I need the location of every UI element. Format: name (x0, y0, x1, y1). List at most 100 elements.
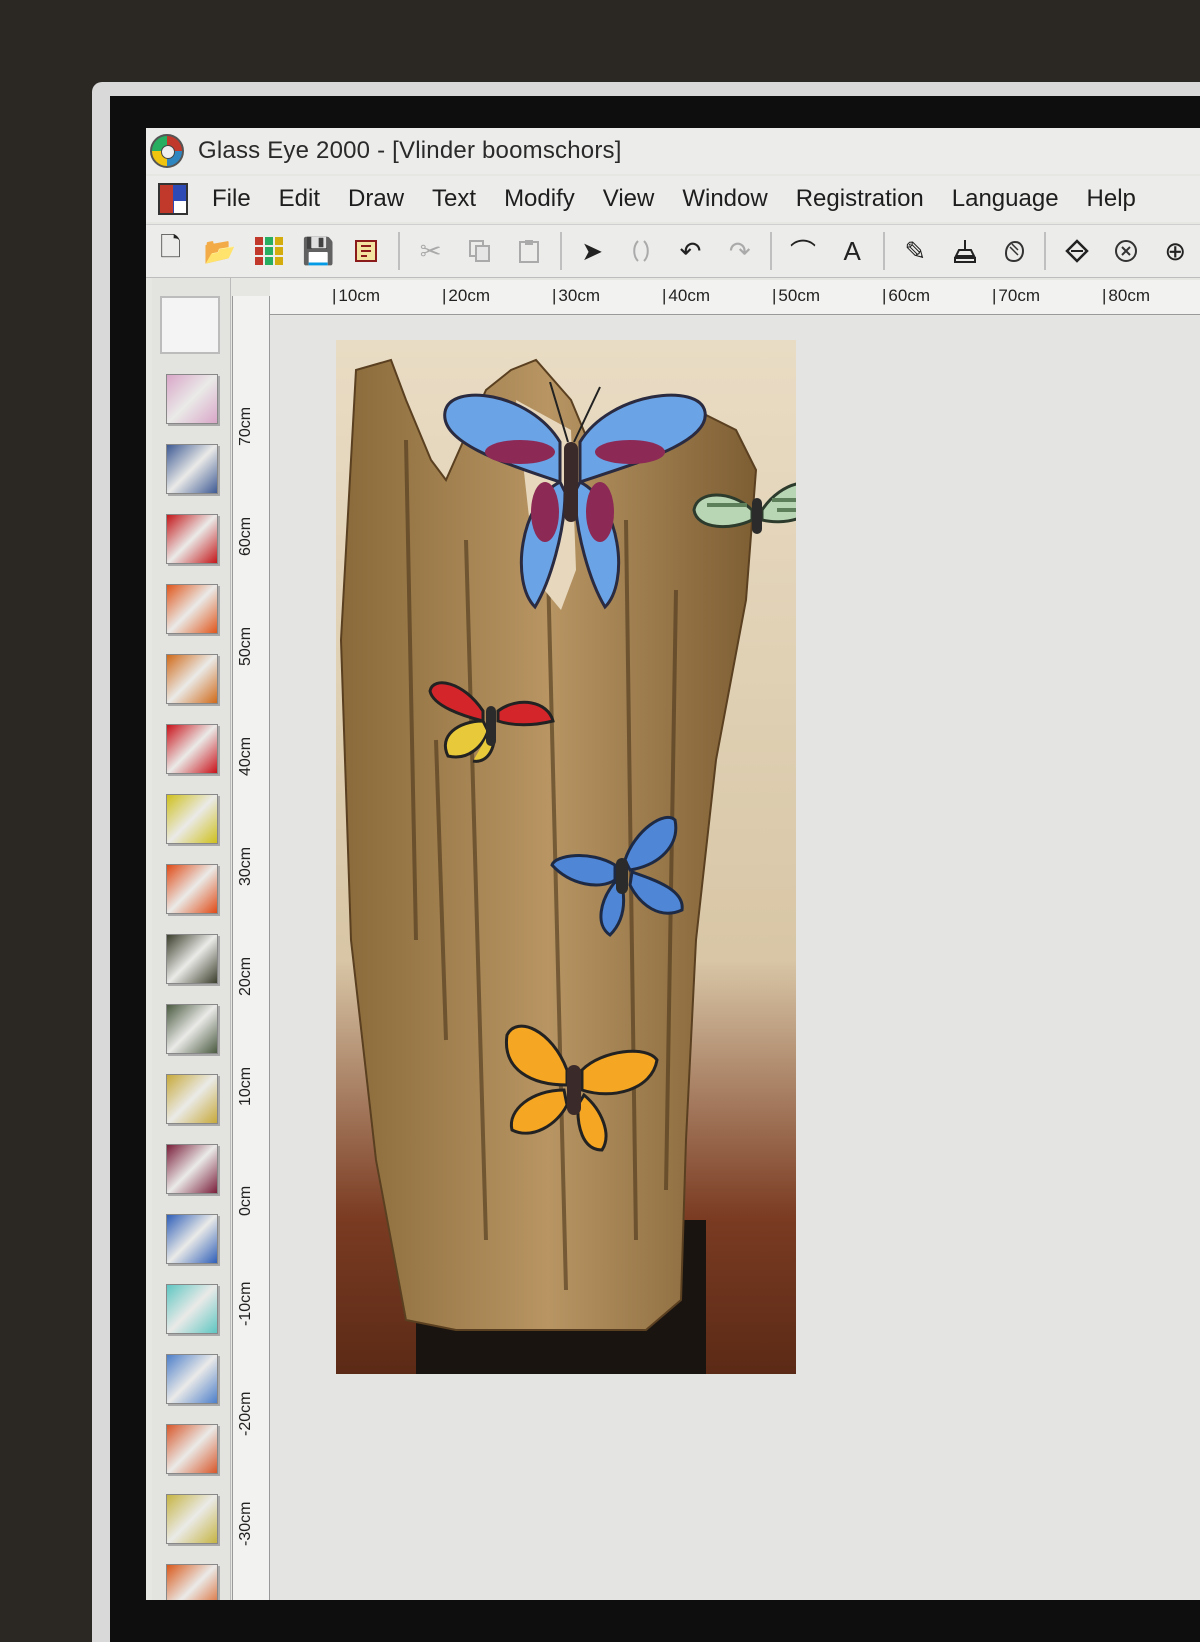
vruler-tick: -20cm (237, 1391, 254, 1436)
book-icon (355, 240, 378, 262)
glass-grid-button[interactable] (247, 229, 290, 273)
toolbar-separator (398, 232, 400, 270)
cut-icon[interactable]: ✂ (409, 229, 452, 273)
paste-icon[interactable] (507, 229, 550, 273)
copy-pages-icon (468, 240, 490, 262)
glass-color-palette (152, 278, 231, 1600)
menu-bar: File Edit Draw Text Modify View Window R… (146, 176, 1200, 222)
background-photo (336, 340, 796, 1374)
glass-swatch-15[interactable] (166, 1354, 218, 1404)
hruler-tick: 40cm (662, 286, 710, 306)
hruler-tick: 80cm (1102, 286, 1150, 306)
glass-swatch-6[interactable] (166, 724, 218, 774)
glass-swatch-8[interactable] (166, 864, 218, 914)
glass-swatch-1[interactable] (166, 374, 218, 424)
glass-eye-app-icon[interactable] (150, 134, 184, 168)
toolbar-separator (882, 232, 885, 270)
glass-swatch-16[interactable] (166, 1424, 218, 1474)
glass-swatch-14[interactable] (166, 1284, 218, 1334)
drawing-canvas[interactable] (270, 316, 1200, 1600)
glass-swatch-7[interactable] (166, 794, 218, 844)
save-icon[interactable]: 💾 (297, 229, 340, 273)
hruler-tick: 50cm (772, 286, 820, 306)
color-grid-icon (255, 237, 283, 265)
glass-swatch-3[interactable] (166, 514, 218, 564)
select-arrow-icon[interactable]: ➤ (571, 229, 614, 273)
undo-icon[interactable]: ↶ (669, 229, 712, 273)
vruler-tick: 40cm (237, 736, 254, 776)
menu-draw[interactable]: Draw (334, 185, 418, 213)
target-icon (1115, 240, 1138, 262)
glass-swatch-17[interactable] (166, 1494, 218, 1544)
empty-glass-swatch[interactable] (160, 296, 220, 354)
document-icon[interactable] (158, 183, 188, 215)
hand-tool-icon[interactable] (992, 229, 1035, 273)
glass-swatch-5[interactable] (166, 654, 218, 704)
vruler-tick: 20cm (237, 956, 254, 996)
glass-swatch-18[interactable] (166, 1564, 218, 1600)
vertical-ruler: 70cm 60cm 50cm 40cm 30cm 20cm 10cm 0cm -… (232, 296, 270, 1600)
toolbar-separator (1044, 232, 1047, 270)
clipboard-icon (518, 240, 539, 263)
glass-swatch-10[interactable] (166, 1004, 218, 1054)
vruler-tick: 10cm (237, 1066, 254, 1106)
menu-file[interactable]: File (198, 185, 265, 213)
hruler-tick: 20cm (442, 286, 490, 306)
crosshair-icon[interactable]: ⊕ (1154, 229, 1197, 273)
stamp-icon (953, 240, 976, 263)
glass-swatch-11[interactable] (166, 1074, 218, 1124)
new-file-icon[interactable]: 🗋 (149, 229, 192, 273)
bracket-icon (633, 240, 650, 262)
toolbar: 🗋 📂 💾 ✂ ➤ ↶ ↷ ⌒ A ✎ ⊕ (146, 224, 1200, 278)
hruler-tick: 10cm (332, 286, 380, 306)
hand-icon (1004, 240, 1024, 263)
paint-bucket-icon (1065, 239, 1089, 263)
menu-language[interactable]: Language (938, 185, 1073, 213)
title-bar: Glass Eye 2000 - [Vlinder boomschors] (146, 128, 1200, 174)
horizontal-ruler: 10cm 20cm 30cm 40cm 50cm 60cm 70cm 80cm (270, 280, 1200, 315)
fill-tool-icon[interactable] (1055, 229, 1098, 273)
menu-registration[interactable]: Registration (782, 185, 938, 213)
glass-swatch-13[interactable] (166, 1214, 218, 1264)
menu-edit[interactable]: Edit (265, 185, 334, 213)
vruler-tick: 50cm (237, 626, 254, 666)
menu-window[interactable]: Window (668, 185, 781, 213)
application-window: Glass Eye 2000 - [Vlinder boomschors] Fi… (146, 128, 1200, 1600)
toolbar-separator (559, 232, 562, 270)
menu-view[interactable]: View (589, 185, 669, 213)
text-tool-icon[interactable]: A (831, 229, 874, 273)
pencil-icon[interactable]: ✎ (894, 229, 937, 273)
menu-modify[interactable]: Modify (490, 185, 589, 213)
vruler-tick: -30cm (237, 1501, 254, 1546)
blue-butterfly-image (443, 382, 707, 610)
small-blue-butterfly-image (550, 815, 684, 937)
toolbar-separator (770, 232, 773, 270)
hruler-tick: 60cm (882, 286, 930, 306)
curve-tool-icon[interactable]: ⌒ (781, 229, 824, 273)
zoom-tool-icon[interactable] (1105, 229, 1148, 273)
print-preview-icon[interactable] (346, 229, 389, 273)
copy-icon[interactable] (458, 229, 501, 273)
redo-icon[interactable]: ↷ (718, 229, 761, 273)
orange-butterfly-image (504, 1024, 659, 1152)
glass-swatch-2[interactable] (166, 444, 218, 494)
node-edit-icon[interactable] (620, 229, 663, 273)
window-title: Glass Eye 2000 - [Vlinder boomschors] (198, 137, 622, 164)
vruler-tick: 70cm (237, 406, 254, 446)
menu-text[interactable]: Text (418, 185, 490, 213)
vruler-tick: 0cm (237, 1185, 254, 1216)
glass-swatch-12[interactable] (166, 1144, 218, 1194)
vruler-tick: -10cm (237, 1281, 254, 1326)
green-butterfly-image (692, 482, 796, 534)
hruler-tick: 30cm (552, 286, 600, 306)
stamp-tool-icon[interactable] (943, 229, 986, 273)
vruler-tick: 30cm (237, 846, 254, 886)
red-yellow-butterfly-image (428, 681, 555, 763)
vruler-tick: 60cm (237, 516, 254, 556)
menu-help[interactable]: Help (1073, 185, 1150, 213)
open-folder-icon[interactable]: 📂 (198, 229, 241, 273)
glass-swatch-9[interactable] (166, 934, 218, 984)
swatch-list (152, 374, 230, 1600)
hruler-tick: 70cm (992, 286, 1040, 306)
glass-swatch-4[interactable] (166, 584, 218, 634)
